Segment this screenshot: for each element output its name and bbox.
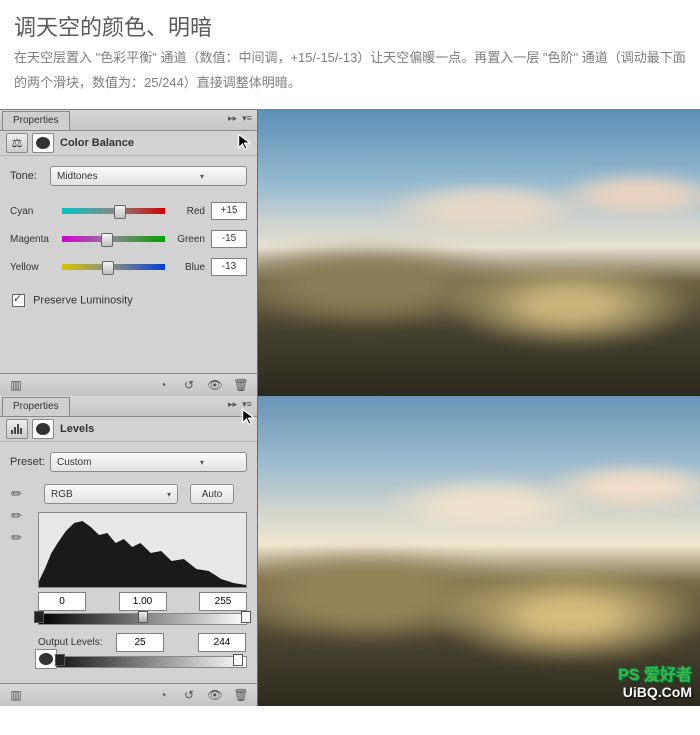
tone-value: Midtones [57, 171, 97, 182]
slider-label-yellow: Yellow [10, 262, 58, 273]
white-slider-thumb[interactable] [241, 611, 251, 623]
slider-label-red: Red [169, 206, 205, 217]
clip-to-layer-icon[interactable]: ▥ [4, 686, 28, 704]
slider-label-blue: Blue [169, 262, 205, 273]
layer-mask-icon[interactable] [32, 133, 54, 153]
previous-state-icon[interactable]: ◔ [151, 376, 175, 394]
mouse-cursor [241, 408, 259, 426]
preview-image-bottom: PS 爱好者 UiBQ.CoM [258, 396, 700, 706]
dropdown-arrow-icon: ▾ [200, 458, 240, 467]
auto-button[interactable]: Auto [190, 484, 234, 504]
output-gradient[interactable] [38, 656, 247, 668]
delete-icon[interactable]: 🗑 [229, 376, 253, 394]
visibility-icon[interactable]: 👁 [203, 376, 227, 394]
gray-slider-thumb[interactable] [138, 611, 148, 623]
levels-icon [6, 419, 28, 439]
slider-label-magenta: Magenta [10, 234, 58, 245]
white-point-eyedropper-icon[interactable]: ✎ [8, 521, 35, 548]
yellow-blue-value[interactable]: -13 [211, 258, 247, 276]
slider-label-cyan: Cyan [10, 206, 58, 217]
dropdown-arrow-icon: ▾ [167, 490, 171, 499]
preset-label: Preset: [10, 456, 50, 468]
checkbox-icon[interactable] [12, 294, 25, 307]
clip-to-layer-icon[interactable]: ▥ [4, 376, 28, 394]
previous-state-icon[interactable]: ◔ [151, 686, 175, 704]
article-title: 调天空的颜色、明暗 [0, 0, 700, 46]
preserve-luminosity-checkbox[interactable]: Preserve Luminosity [12, 294, 247, 307]
reset-icon[interactable]: ↺ [177, 686, 201, 704]
wa-mask-icon[interactable] [35, 649, 57, 669]
cyan-red-slider[interactable] [62, 208, 165, 214]
tone-select[interactable]: Midtones ▾ [50, 166, 247, 186]
panel-tabbar: Properties ▸▸ ▾≡ [0, 396, 257, 417]
channel-select[interactable]: RGB ▾ [44, 484, 178, 504]
preserve-luminosity-label: Preserve Luminosity [33, 295, 133, 307]
panel-title: Levels [60, 423, 94, 435]
panel-menu-icon[interactable]: ▸▸ [228, 399, 237, 410]
input-gradient[interactable] [38, 613, 247, 625]
panel-footer: ▥ ◔ ↺ 👁 🗑 [0, 683, 257, 706]
properties-tab[interactable]: Properties [2, 397, 70, 416]
output-black-thumb[interactable] [55, 654, 65, 666]
cyan-red-value[interactable]: +15 [211, 202, 247, 220]
yellow-blue-slider[interactable] [62, 264, 165, 270]
dropdown-arrow-icon: ▾ [200, 172, 240, 181]
preset-select[interactable]: Custom ▾ [50, 452, 247, 472]
preview-image-top [258, 110, 700, 396]
panel-menu-icon[interactable]: ▸▸ [228, 113, 237, 124]
panel-title: Color Balance [60, 137, 134, 149]
output-white[interactable] [198, 633, 246, 652]
layer-mask-icon[interactable] [32, 419, 54, 439]
panel-collapse-icon[interactable]: ▾≡ [241, 112, 253, 124]
output-white-thumb[interactable] [233, 654, 243, 666]
properties-panel-color-balance: Properties ▸▸ ▾≡ ⚖ Color Balance Tone: M… [0, 110, 258, 396]
channel-value: RGB [51, 489, 73, 500]
output-levels-label: Output Levels: [38, 637, 116, 648]
input-gamma[interactable] [119, 592, 167, 611]
article-body: 在天空层置入 "色彩平衡" 通道（数值：中间调，+15/-15/-13）让天空偏… [0, 46, 700, 109]
watermark-line2: UiBQ.CoM [618, 685, 692, 700]
black-slider-thumb[interactable] [34, 611, 44, 623]
input-white-point[interactable] [199, 592, 247, 611]
mouse-cursor [237, 133, 255, 151]
slider-thumb[interactable] [101, 233, 113, 247]
panel-footer: ▥ ◔ ↺ 👁 🗑 [0, 373, 257, 396]
eyedropper-group: ✎ ✎ ✎ [10, 482, 32, 668]
slider-thumb[interactable] [114, 205, 126, 219]
tone-label: Tone: [10, 170, 50, 182]
reset-icon[interactable]: ↺ [177, 376, 201, 394]
watermark-line1: PS 爱好者 [618, 667, 692, 685]
slider-thumb[interactable] [102, 261, 114, 275]
panel-tabbar: Properties ▸▸ ▾≡ [0, 110, 257, 131]
preset-value: Custom [57, 457, 97, 468]
properties-tab[interactable]: Properties [2, 111, 70, 130]
visibility-icon[interactable]: 👁 [203, 686, 227, 704]
output-black[interactable] [116, 633, 164, 652]
watermark: PS 爱好者 UiBQ.CoM [618, 667, 692, 700]
magenta-green-slider[interactable] [62, 236, 165, 242]
input-black-point[interactable] [38, 592, 86, 611]
histogram [38, 512, 247, 588]
delete-icon[interactable]: 🗑 [229, 686, 253, 704]
magenta-green-value[interactable]: -15 [211, 230, 247, 248]
color-balance-icon: ⚖ [6, 133, 28, 153]
properties-panel-levels: Properties ▸▸ ▾≡ Levels Preset: Custom ▾ [0, 396, 258, 706]
slider-label-green: Green [169, 234, 205, 245]
